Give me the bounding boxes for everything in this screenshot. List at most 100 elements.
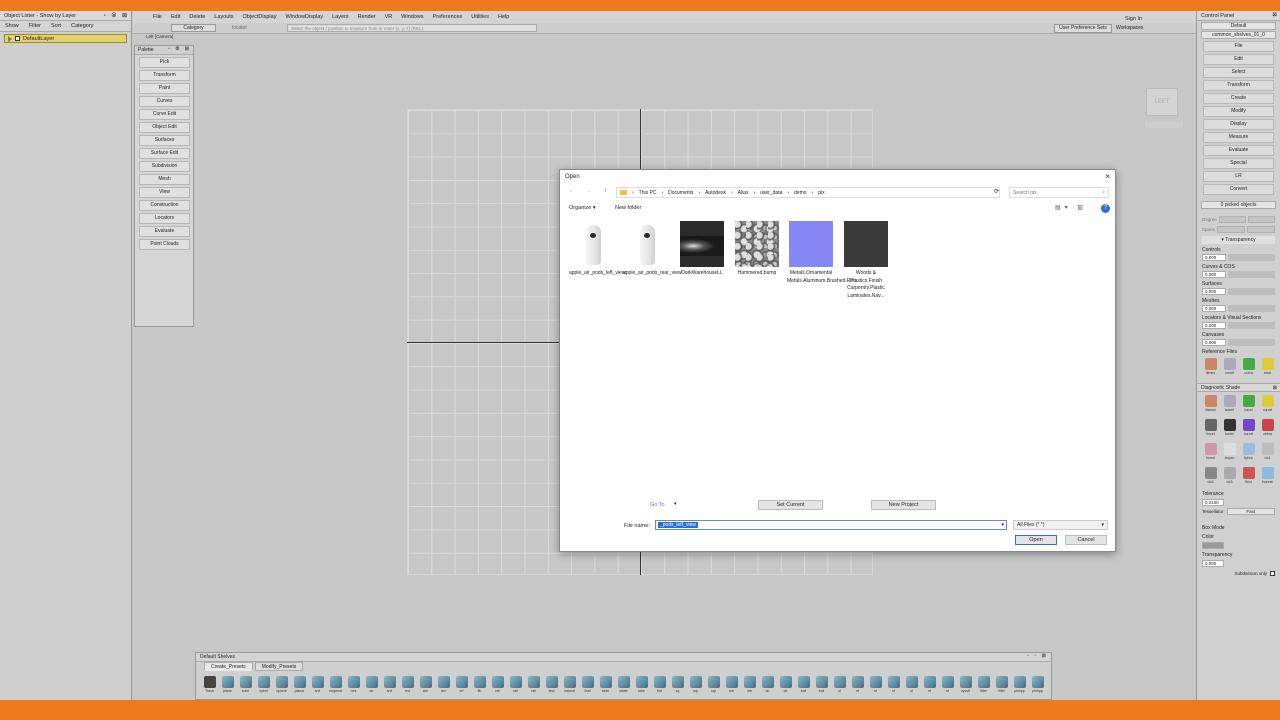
dlrnev-icon[interactable]: dlrnev [1202, 357, 1219, 379]
tolerance-input[interactable]: 0.0100 [1202, 498, 1224, 506]
tessellator-dropdown[interactable]: Fast [1226, 507, 1275, 515]
menu-utilities[interactable]: Utilities [471, 14, 489, 20]
help-icon[interactable]: ? [1101, 204, 1110, 213]
crumb-user-data[interactable]: user_data [760, 190, 782, 196]
shelf-tool-srvl-icon[interactable]: srvl [310, 675, 325, 699]
expand-triangle-icon[interactable] [8, 35, 12, 42]
nlshnm-icon[interactable]: nlshnm [1202, 394, 1219, 416]
crumb-documents[interactable]: Documents [668, 190, 693, 196]
shelf-tool-sf-icon[interactable]: sf [940, 675, 955, 699]
shelf-tool-planar-icon[interactable]: planar [292, 675, 307, 699]
transparency-input[interactable]: 0.000 [1202, 288, 1226, 295]
cp-menu-file[interactable]: File [1203, 41, 1274, 52]
palette-curves[interactable]: Curves [139, 96, 190, 107]
transparency-input[interactable]: 0.000 [1202, 254, 1226, 261]
ltphnc-icon[interactable]: ltphnc [1240, 442, 1257, 464]
shelf-tool-sqr-icon[interactable]: sqr [706, 675, 721, 699]
palette-locators[interactable]: Locators [139, 213, 190, 224]
shelf-tool-sf-icon[interactable]: sf [868, 675, 883, 699]
menu-layouts[interactable]: Layouts [214, 14, 233, 20]
lnonnel-icon[interactable]: lnonnel [1259, 466, 1276, 488]
shelf-tool-sf-icon[interactable]: sf [850, 675, 865, 699]
transparency-input[interactable]: 0.000 [1202, 322, 1226, 329]
transparency-slider[interactable] [1228, 254, 1275, 261]
shelf-tool-sphere-icon[interactable]: sphere [274, 675, 289, 699]
vis2-icon[interactable]: vis2 [1202, 466, 1219, 488]
shelves-window-buttons[interactable]: ▫ ▫ ⊠ [1027, 653, 1048, 659]
menu-file[interactable]: File [153, 14, 162, 20]
menu-objectdisplay[interactable]: ObjectDisplay [243, 14, 277, 20]
shelf-tool-sq-icon[interactable]: sq [670, 675, 685, 699]
shelf-tool-skn-icon[interactable]: skn [418, 675, 433, 699]
shelf-tool-cb-icon[interactable]: cb [760, 675, 775, 699]
shelf-tool-pinhpp-icon[interactable]: pinhpp [1030, 675, 1045, 699]
shelf-tool-drv-icon[interactable]: drv [436, 675, 451, 699]
lister-menu-sort[interactable]: Sort [51, 23, 61, 29]
shelf-tool-rail-icon[interactable]: rail [490, 675, 505, 699]
menu-vr[interactable]: VR [385, 14, 393, 20]
shelf-tool-2rail-icon[interactable]: 2rail [580, 675, 595, 699]
back-forward-icon[interactable]: ← → [568, 188, 597, 194]
file-type-dropdown[interactable]: All Files (*.*) ▾ [1013, 520, 1108, 530]
view-options-icon[interactable]: ▤▾ ▥ [1055, 204, 1087, 211]
lincel-icon[interactable]: lincel [1202, 418, 1219, 440]
palette-view[interactable]: View [139, 187, 190, 198]
file-item[interactable]: apple_air_pods_rear_view [623, 221, 682, 278]
shelf-tool-mb-icon[interactable]: mb [724, 675, 739, 699]
palette-object-edit[interactable]: Object Edit [139, 122, 190, 133]
shelf-tool-slide-icon[interactable]: slide [598, 675, 613, 699]
palette-paint[interactable]: Paint [139, 83, 190, 94]
go-to-dropdown-icon[interactable]: ▾ [674, 501, 677, 507]
layer-row-default[interactable]: DefaultLayer [4, 34, 127, 43]
file-item[interactable]: Woods & Plastics.Finish Carpentry.Plasti… [842, 221, 890, 300]
shelf-tool-mb-icon[interactable]: mb [742, 675, 757, 699]
color-swatch[interactable] [1202, 541, 1224, 549]
dialog-close-icon[interactable]: × [1105, 172, 1110, 181]
file-item[interactable]: Metals.Ornamental Metals.Aluminum.Brushe… [787, 221, 860, 285]
shelf-tool-rail-icon[interactable]: rail [526, 675, 541, 699]
palette-window-buttons[interactable]: ▫ ⦾ ⊠ [168, 46, 191, 52]
menu-render[interactable]: Render [358, 14, 376, 20]
up-arrow-icon[interactable]: ↑ [604, 188, 607, 194]
diagnostic-shade-close-icon[interactable]: ⊠ [1273, 385, 1277, 391]
prompt-line[interactable]: Select the object / position to measure … [287, 24, 537, 32]
palette-subdivision[interactable]: Subdivision [139, 161, 190, 172]
curva-icon[interactable]: curva [1240, 357, 1257, 379]
shelf-tool-rvrs-icon[interactable]: rvrs [346, 675, 361, 699]
shelf-tool-sf-icon[interactable]: sf [922, 675, 937, 699]
shelf-tool-pinhpp-icon[interactable]: pinhpp [1012, 675, 1027, 699]
shelf-tool-fillet-icon[interactable]: fillet [994, 675, 1009, 699]
address-bar[interactable]: › This PC › Documents › Autodesk › Alias › u… [616, 187, 1000, 198]
shelf-tool-cube-icon[interactable]: cube [238, 675, 253, 699]
shelf-tool-plane-icon[interactable]: plane [220, 675, 235, 699]
palette-curve-edit[interactable]: Curve Edit [139, 109, 190, 120]
shelf-tool-sf-icon[interactable]: sf [832, 675, 847, 699]
cp-menu-modify[interactable]: Modify [1203, 106, 1274, 117]
menu-windows[interactable]: Windows [401, 14, 423, 20]
shelf-tool-rotate-icon[interactable]: rotate [616, 675, 631, 699]
palette-evaluate[interactable]: Evaluate [139, 226, 190, 237]
zebra-icon[interactable]: zebra [1259, 418, 1276, 440]
organize-button[interactable]: Organize ▾ [569, 205, 596, 211]
subdivision-only-checkbox[interactable] [1270, 571, 1275, 576]
curvel-icon[interactable]: curvel [1259, 394, 1276, 416]
box-mode-label[interactable]: Box Mode [1202, 525, 1275, 531]
transparency-slider[interactable] [1228, 322, 1275, 329]
view-cube-home[interactable] [1145, 122, 1183, 128]
shelf-tool-cyvsft-icon[interactable]: cyvsft [958, 675, 973, 699]
shelf-tool-bnd-icon[interactable]: bnd [544, 675, 559, 699]
lister-menu-show[interactable]: Show [5, 23, 19, 29]
user-preference-sets-dropdown[interactable]: User Preference Sets [1054, 24, 1112, 33]
control-panel-close-icon[interactable]: ⊠ [1272, 12, 1277, 18]
shelf-set-dropdown[interactable]: common_shelves_01_0 [1201, 31, 1276, 39]
sign-in-link[interactable]: Sign In [1125, 16, 1142, 22]
flect-icon[interactable]: flect [1240, 466, 1257, 488]
transparency-section-header[interactable]: ▾ Transparency [1202, 236, 1275, 244]
tab-create-presets[interactable]: Create_Presets [204, 662, 253, 671]
shelf-tool-rail-icon[interactable]: rail [508, 675, 523, 699]
crumb-autodesk[interactable]: Autodesk [705, 190, 726, 196]
lister-menu-category[interactable]: Category [71, 23, 93, 29]
palette-construction[interactable]: Construction [139, 200, 190, 211]
crumb-pix[interactable]: pix [818, 190, 824, 196]
palette-pick[interactable]: Pick [139, 57, 190, 68]
